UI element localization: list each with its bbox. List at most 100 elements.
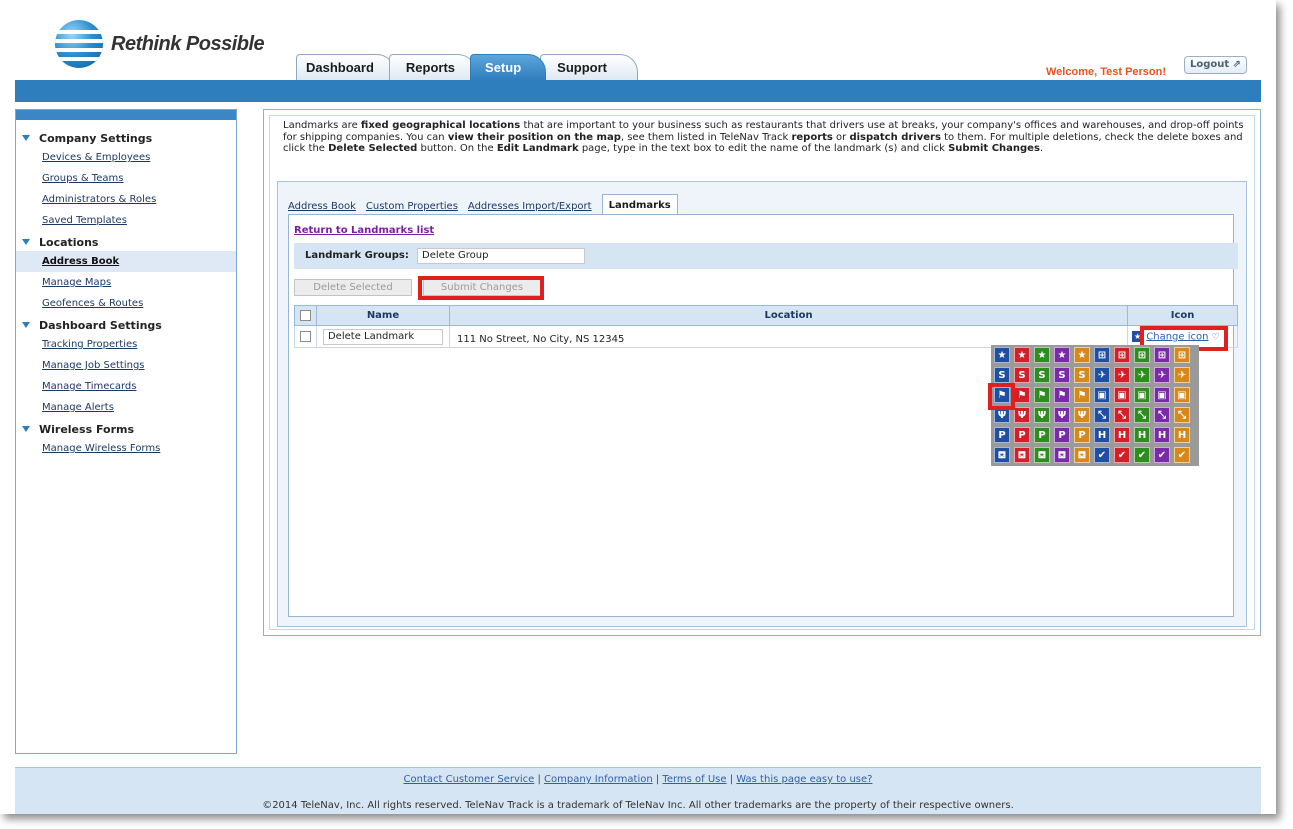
tab-reports[interactable]: Reports [388, 54, 477, 80]
landmark-icon-option[interactable]: ⊞ [1094, 347, 1110, 363]
landmark-icon-option[interactable]: ⊞ [1174, 347, 1190, 363]
tab-dashboard[interactable]: Dashboard [296, 54, 395, 80]
main-tabs: Dashboard Reports Setup Support [296, 54, 638, 80]
landmark-icon-option[interactable]: S [994, 367, 1010, 383]
landmark-icon-option[interactable]: ⛾ [994, 447, 1010, 463]
landmark-icon-option[interactable]: ✔ [1134, 447, 1150, 463]
landmark-icon-option[interactable]: ✔ [1174, 447, 1190, 463]
contact-customer-service-link[interactable]: Contact Customer Service [404, 774, 535, 785]
landmark-icon-option[interactable]: ✈ [1174, 367, 1190, 383]
sidebar-item-geofences-routes[interactable]: Geofences & Routes [16, 293, 236, 314]
section-title: Dashboard Settings [39, 318, 162, 332]
sidebar-item-manage-alerts[interactable]: Manage Alerts [16, 397, 236, 418]
landmark-icon-option[interactable]: ✈ [1114, 367, 1130, 383]
landmark-icon-option[interactable]: ✈ [1134, 367, 1150, 383]
sidebar-item-administrators-roles[interactable]: Administrators & Roles [16, 189, 236, 210]
landmark-icon-option[interactable]: S [1014, 367, 1030, 383]
landmark-icon-option[interactable]: ⤡ [1094, 407, 1110, 423]
sidebar-item-manage-timecards[interactable]: Manage Timecards [16, 376, 236, 397]
sidebar-item-devices-employees[interactable]: Devices & Employees [16, 147, 236, 168]
landmark-icon-option[interactable]: ★ [1014, 347, 1030, 363]
landmark-icon-option[interactable]: ⤡ [1154, 407, 1170, 423]
sidebar-item-manage-wireless-forms[interactable]: Manage Wireless Forms [16, 438, 236, 459]
landmark-icon-option[interactable]: ⤡ [1174, 407, 1190, 423]
landmark-icon-option[interactable]: P [1014, 427, 1030, 443]
landmark-icon-option[interactable]: ✔ [1094, 447, 1110, 463]
landmark-icon-option[interactable]: ★ [994, 347, 1010, 363]
landmark-icon-option[interactable]: ⚑ [1034, 387, 1050, 403]
landmarks-table: Name Location Icon Delete Landmark 111 N… [294, 305, 1238, 348]
landmark-icon-option[interactable]: S [1054, 367, 1070, 383]
landmark-icon-option[interactable]: H [1174, 427, 1190, 443]
landmark-icon-option[interactable]: Ψ [1074, 407, 1090, 423]
sidebar-item-groups-teams[interactable]: Groups & Teams [16, 168, 236, 189]
feedback-link[interactable]: Was this page easy to use? [736, 774, 872, 785]
landmark-icon-option[interactable]: ✈ [1154, 367, 1170, 383]
sidebar-item-address-book[interactable]: Address Book [16, 251, 236, 272]
landmark-groups-row: Landmark Groups: Delete Group [294, 243, 1238, 269]
delete-selected-button[interactable]: Delete Selected [294, 279, 412, 296]
intro-text: Landmarks are fixed geographical locatio… [283, 120, 1244, 154]
section-wireless-forms[interactable]: Wireless Forms [16, 422, 236, 436]
landmark-icon-option[interactable]: ⛾ [1074, 447, 1090, 463]
landmark-icon-option[interactable]: P [1034, 427, 1050, 443]
landmark-icon-option[interactable]: ▣ [1154, 387, 1170, 403]
landmark-icon-option[interactable]: ⛾ [1054, 447, 1070, 463]
tab-setup[interactable]: Setup [470, 54, 547, 80]
landmark-icon-option[interactable]: ★ [1074, 347, 1090, 363]
landmark-icon-option[interactable]: ✔ [1154, 447, 1170, 463]
landmark-icon-option[interactable]: ▣ [1114, 387, 1130, 403]
section-locations[interactable]: Locations [16, 235, 236, 249]
landmark-icon-option[interactable]: P [1054, 427, 1070, 443]
row-select-cell [294, 325, 317, 348]
landmark-icon-option[interactable]: ⤡ [1114, 407, 1130, 423]
landmark-icon-option[interactable]: ▣ [1174, 387, 1190, 403]
landmark-icon-option[interactable]: ⊞ [1114, 347, 1130, 363]
sidebar-item-manage-maps[interactable]: Manage Maps [16, 272, 236, 293]
landmark-icon-option[interactable]: ⚑ [1074, 387, 1090, 403]
landmark-icon-option[interactable]: ▣ [1134, 387, 1150, 403]
landmark-icon-option[interactable]: P [994, 427, 1010, 443]
sidebar-item-manage-job-settings[interactable]: Manage Job Settings [16, 355, 236, 376]
return-to-landmarks-link[interactable]: Return to Landmarks list [294, 225, 434, 236]
terms-of-use-link[interactable]: Terms of Use [662, 774, 726, 785]
landmark-icon-option[interactable]: H [1134, 427, 1150, 443]
landmark-icon-option[interactable]: ⛾ [1034, 447, 1050, 463]
landmark-icon-option[interactable]: ▣ [1094, 387, 1110, 403]
sidebar-item-saved-templates[interactable]: Saved Templates [16, 210, 236, 231]
landmark-icon-option[interactable]: ⚑ [1054, 387, 1070, 403]
row-checkbox[interactable] [299, 330, 311, 342]
section-dashboard-settings[interactable]: Dashboard Settings [16, 318, 236, 332]
section-company-settings[interactable]: Company Settings [16, 131, 236, 145]
landmark-icon-option[interactable]: ★ [1054, 347, 1070, 363]
landmark-icon-option[interactable]: ⊞ [1134, 347, 1150, 363]
landmark-icon-option[interactable]: S [1034, 367, 1050, 383]
landmark-icon-option[interactable]: ⚑ [1014, 387, 1030, 403]
company-information-link[interactable]: Company Information [544, 774, 653, 785]
landmark-icon-option[interactable]: ⛾ [1014, 447, 1030, 463]
landmark-icon-option[interactable]: Ψ [1034, 407, 1050, 423]
landmark-groups-input[interactable]: Delete Group [417, 248, 585, 264]
landmark-icon-option[interactable]: ⤡ [1134, 407, 1150, 423]
landmark-icon-option[interactable]: ★ [1034, 347, 1050, 363]
landmark-icon-option[interactable]: H [1154, 427, 1170, 443]
landmark-name-input[interactable]: Delete Landmark [322, 328, 443, 345]
landmark-icon-option[interactable]: ✔ [1114, 447, 1130, 463]
section-title: Wireless Forms [39, 422, 135, 436]
landmark-icon-option[interactable]: S [1074, 367, 1090, 383]
landmark-icon-option[interactable]: Ψ [1014, 407, 1030, 423]
select-all-checkbox[interactable] [299, 309, 311, 321]
landmark-icon-option[interactable]: ⊞ [1154, 347, 1170, 363]
landmark-icon-option[interactable]: H [1114, 427, 1130, 443]
footer-links: Contact Customer Service | Company Infor… [403, 774, 873, 785]
landmark-icon-option[interactable]: ✈ [1094, 367, 1110, 383]
sidebar-item-tracking-properties[interactable]: Tracking Properties [16, 334, 236, 355]
landmark-icon-option[interactable]: Ψ [1054, 407, 1070, 423]
logout-button[interactable]: Logout ⇗ [1184, 56, 1247, 74]
select-all-header [294, 305, 317, 326]
landmark-icon-option[interactable]: H [1094, 427, 1110, 443]
brand-logo[interactable]: Rethink Possible [55, 20, 265, 68]
tab-support[interactable]: Support [540, 54, 638, 80]
landmark-icon-option[interactable]: P [1074, 427, 1090, 443]
expand-triangle-icon [22, 322, 30, 328]
